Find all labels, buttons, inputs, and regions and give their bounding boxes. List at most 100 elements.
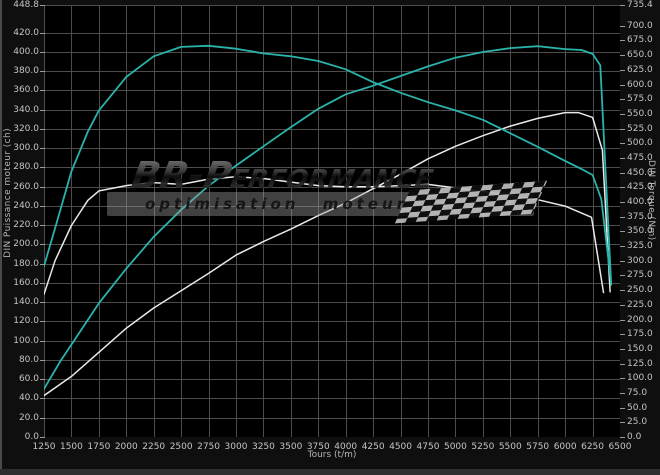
y-right-tick — [620, 231, 625, 233]
y-right-tick — [620, 437, 625, 438]
y-right-tick — [620, 275, 625, 277]
y-left-tick-label: 340.0 — [13, 104, 39, 115]
y-left-tick-label: 100.0 — [13, 335, 39, 346]
y-right-tick-label: 675.0 — [627, 35, 653, 46]
x-tick-label: 6500 — [608, 442, 632, 452]
y-right-tick-label: 350.0 — [627, 226, 653, 237]
y-left-tick — [40, 148, 45, 150]
y-left-tick-label: 0.0 — [24, 432, 39, 442]
y-left-tick — [40, 186, 45, 188]
y-left-tick — [40, 282, 45, 284]
y-left-tick-label: 320.0 — [13, 123, 39, 134]
y-left-tick-label: 380.0 — [13, 66, 39, 77]
y-right-tick — [620, 99, 625, 101]
y-left-tick-label: 180.0 — [13, 258, 39, 269]
y-right-tick-label: 500.0 — [627, 138, 653, 149]
y-right-tick — [620, 113, 625, 115]
y-left-tick-label: 220.0 — [13, 220, 39, 231]
y-left-tick-label: 160.0 — [13, 277, 39, 288]
y-right-tick-label: 50.0 — [627, 402, 648, 413]
y-right-tick-label: 735.4 — [627, 0, 653, 10]
y-right-tick — [620, 128, 625, 130]
y-right-tick-label: 375.0 — [627, 211, 653, 222]
y-left-tick-label: 260.0 — [13, 181, 39, 192]
y-left-tick-label: 120.0 — [13, 316, 39, 327]
y-left-tick-label: 300.0 — [13, 143, 39, 154]
y-right-tick-label: 475.0 — [627, 152, 653, 163]
watermark-strip: optimisation moteur — [107, 180, 548, 224]
y-right-tick-label: 600.0 — [627, 79, 653, 90]
y-right-tick-label: 700.0 — [627, 20, 653, 31]
y-left-tick — [40, 90, 45, 92]
y-right-tick-label: 400.0 — [627, 197, 653, 208]
y-right-tick — [620, 334, 625, 336]
gridlines — [44, 5, 620, 437]
y-right-tick — [620, 319, 625, 321]
y-right-tick — [620, 304, 625, 306]
y-right-tick-label: 550.0 — [627, 108, 653, 119]
y-right-tick — [620, 392, 625, 394]
y-right-tick-label: 125.0 — [627, 358, 653, 369]
y-right-tick — [620, 348, 625, 350]
y-left-tick-label: 140.0 — [13, 297, 39, 308]
y-right-tick-label: 75.0 — [627, 387, 648, 398]
y-right-tick-label: 175.0 — [627, 329, 653, 340]
y-left-tick-label: 20.0 — [18, 412, 39, 423]
y-right-tick-label: 325.0 — [627, 241, 653, 252]
y-right-tick-label: 525.0 — [627, 123, 653, 134]
y-left-tick — [40, 321, 45, 323]
y-right-tick — [620, 143, 625, 145]
y-left-tick-label: 60.0 — [18, 374, 39, 385]
y-left-tick — [40, 340, 45, 342]
y-right-tick-label: 650.0 — [627, 50, 653, 61]
y-right-tick — [620, 290, 625, 292]
y-right-tick — [620, 25, 625, 27]
y-right-tick — [620, 260, 625, 262]
y-right-tick — [620, 157, 625, 159]
y-left-tick — [40, 379, 45, 381]
y-left-tick-label: 360.0 — [13, 85, 39, 96]
y-left-tick — [40, 244, 45, 246]
y-left-tick-label: 40.0 — [18, 393, 39, 404]
y-right-tick — [620, 202, 625, 204]
y-right-tick — [620, 378, 625, 380]
y-left-tick — [40, 398, 45, 400]
y-left-tick — [40, 205, 45, 207]
y-left-tick — [40, 417, 45, 419]
y-right-tick-label: 450.0 — [627, 167, 653, 178]
y-left-tick-label: 400.0 — [13, 46, 39, 57]
y-left-tick-label: 240.0 — [13, 200, 39, 211]
y-right-tick — [620, 84, 625, 86]
y-left-tick-label: 80.0 — [18, 354, 39, 365]
y-left-tick-label: 280.0 — [13, 162, 39, 173]
y-right-tick — [620, 5, 625, 6]
y-left-tick — [40, 109, 45, 111]
y-right-tick-label: 300.0 — [627, 255, 653, 266]
y-right-tick — [620, 363, 625, 365]
y-right-tick-label: 275.0 — [627, 270, 653, 281]
y-left-tick — [40, 302, 45, 304]
y-right-tick-label: 150.0 — [627, 343, 653, 354]
curves-canvas — [44, 5, 620, 437]
y-right-tick-label: 200.0 — [627, 314, 653, 325]
y-left-tick — [40, 437, 45, 438]
y-right-tick-label: 225.0 — [627, 299, 653, 310]
y-right-tick-label: 0.0 — [627, 432, 642, 442]
y-right-tick — [620, 172, 625, 174]
y-left-tick-label: 200.0 — [13, 239, 39, 250]
y-right-tick — [620, 422, 625, 424]
y-left-tick — [40, 32, 45, 34]
y-left-tick-label: 420.0 — [13, 27, 39, 38]
y-left-tick — [40, 359, 45, 361]
y-right-tick — [620, 69, 625, 71]
y-left-tick — [40, 225, 45, 227]
y-right-tick-label: 25.0 — [627, 417, 648, 428]
y-right-tick — [620, 40, 625, 42]
watermark-brand: BR-Performance — [128, 154, 438, 197]
y-right-tick-label: 575.0 — [627, 94, 653, 105]
y-right-tick — [620, 246, 625, 248]
y-right-tick-label: 100.0 — [627, 373, 653, 384]
y-right-tick-label: 425.0 — [627, 182, 653, 193]
y-left-tick — [40, 51, 45, 53]
power-tuned-curve — [44, 45, 613, 390]
